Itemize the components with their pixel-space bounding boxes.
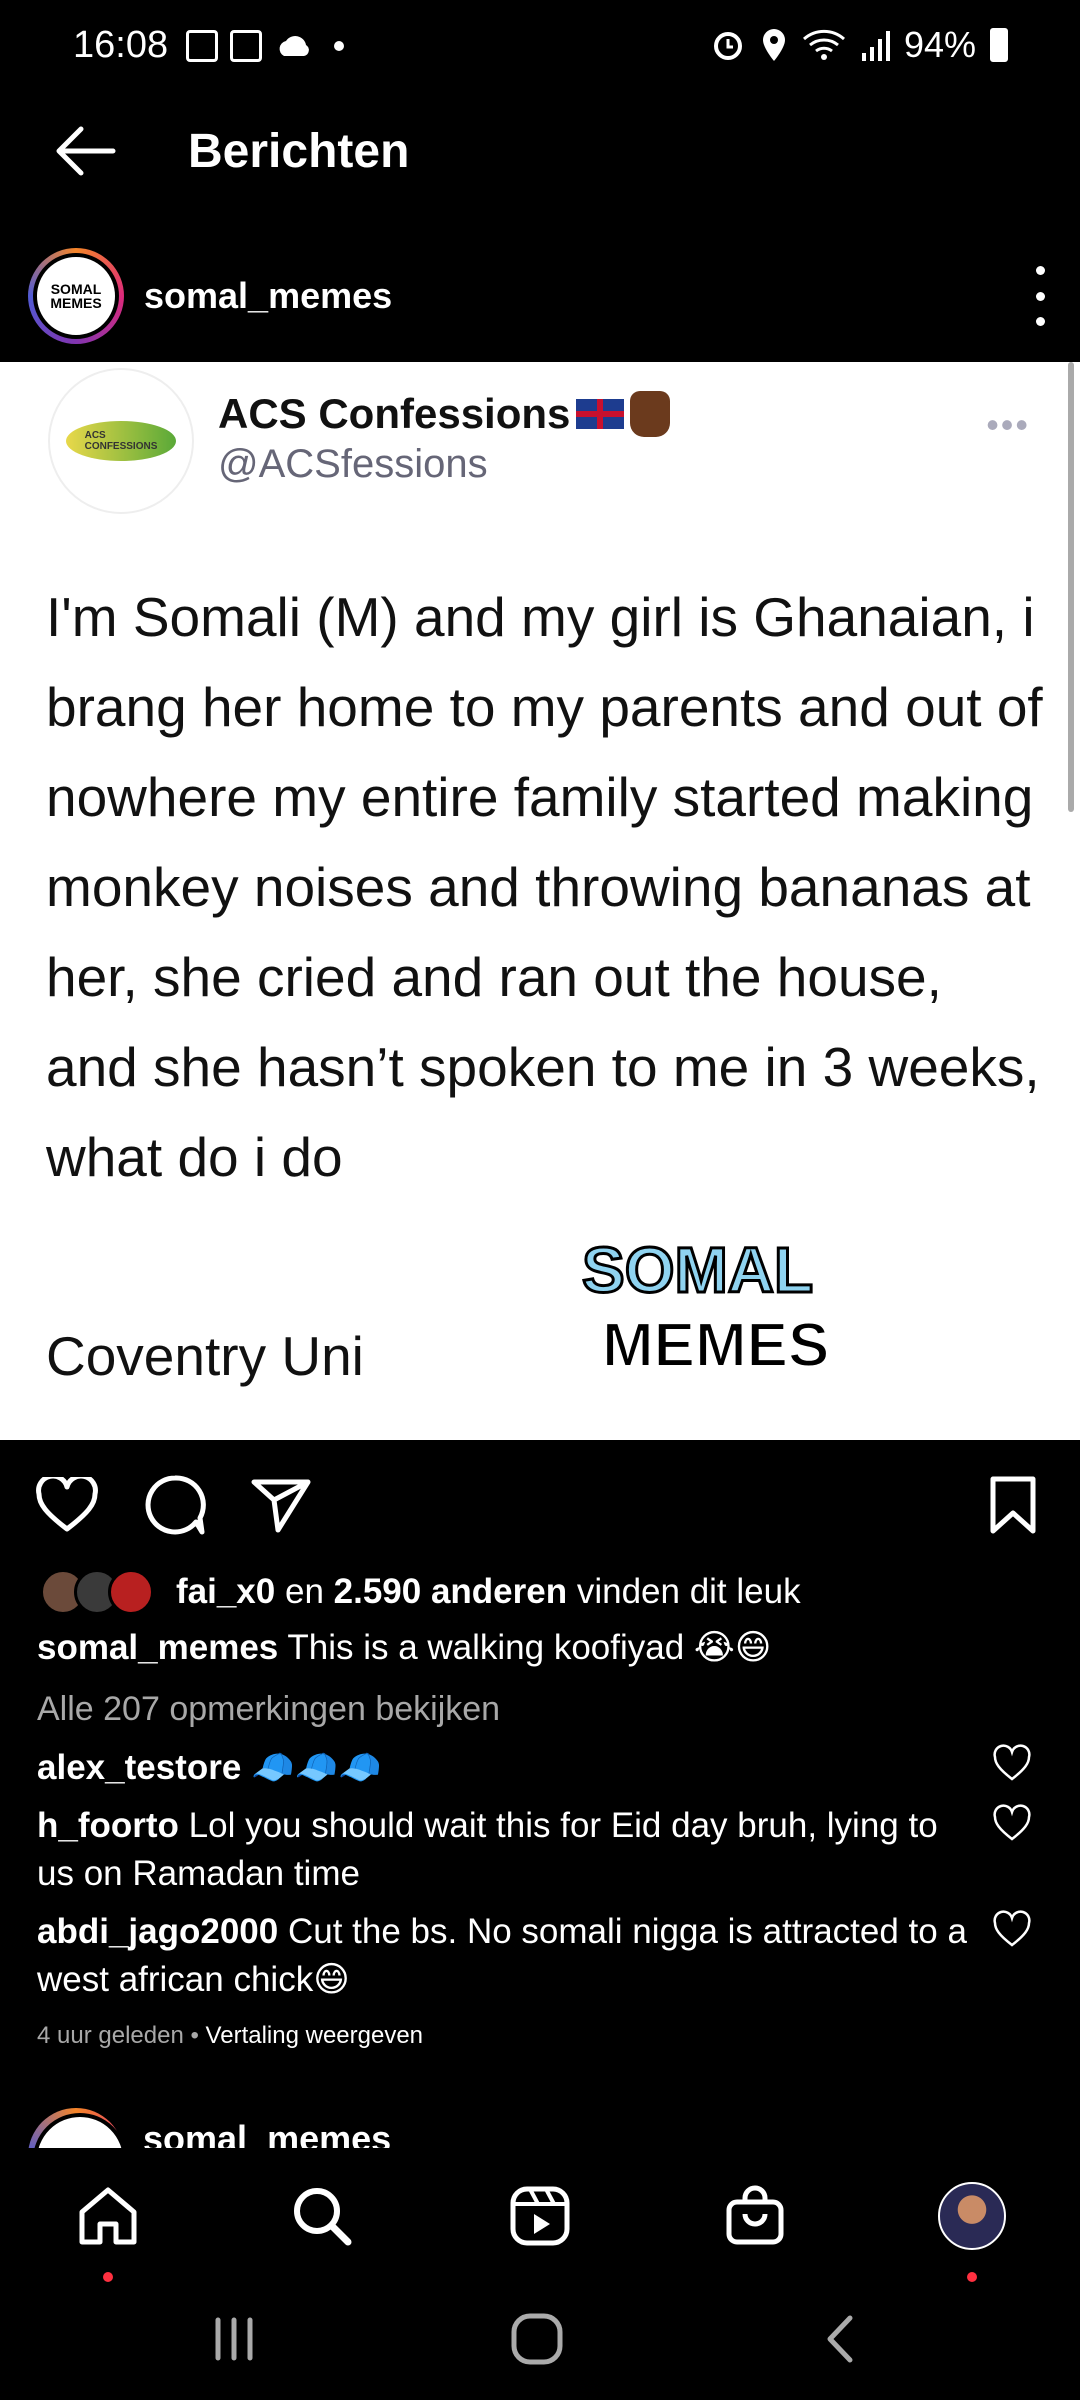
show-translation-link[interactable]: Vertaling weergeven	[206, 2022, 423, 2049]
meta-separator: •	[183, 2022, 206, 2049]
tweet-footer: Coventry Uni	[46, 1325, 364, 1387]
tweet-text: I'm Somali (M) and my girl is Ghanaian, …	[46, 586, 1043, 1188]
comment: h_foorto Lol you should wait this for Ei…	[37, 1802, 977, 1898]
shop-bag-icon	[726, 2185, 784, 2245]
tweet-name-text: ACS Confessions	[218, 390, 571, 437]
view-all-comments-link[interactable]: Alle 207 opmerkingen bekijken	[37, 1690, 500, 1729]
tweet-handle: @ACSfessions	[218, 442, 488, 486]
post-username[interactable]: somal_memes	[144, 275, 392, 317]
app-header: Berichten	[0, 96, 1080, 206]
nav-profile[interactable]	[932, 2176, 1012, 2282]
bottom-nav	[0, 2148, 1080, 2282]
liker-avatar	[108, 1569, 154, 1615]
uk-flag-icon	[576, 399, 625, 429]
home-icon	[79, 2187, 137, 2245]
back-button[interactable]	[30, 96, 140, 206]
acs-logo: ACS CONFESSIONS	[66, 421, 176, 461]
nav-reels[interactable]	[500, 2176, 580, 2256]
comment-like-icon[interactable]	[992, 1804, 1032, 1844]
next-post-avatar[interactable]	[28, 2108, 127, 2148]
somal-memes-watermark: SOMAL MEMES	[581, 1233, 831, 1381]
status-time: 16:08	[73, 24, 169, 66]
likes-suffix: vinden dit leuk	[567, 1572, 801, 1611]
page-title: Berichten	[188, 124, 410, 178]
post-image[interactable]: ACS CONFESSIONS ACS Confessions @ACSfessi…	[0, 362, 1080, 1440]
comment: abdi_jago2000 Cut the bs. No somali nigg…	[37, 1908, 977, 2004]
svg-text:SOMAL: SOMAL	[582, 1234, 813, 1306]
battery-percentage: 94%	[903, 24, 976, 65]
status-bar: 16:08 94%	[0, 0, 1080, 96]
back-system-button[interactable]	[800, 2304, 880, 2374]
alarm-icon	[713, 32, 742, 60]
bookmark-icon	[990, 1476, 1036, 1534]
system-nav-bar	[0, 2278, 1080, 2400]
more-options-icon[interactable]	[1030, 266, 1050, 326]
home-system-button[interactable]	[497, 2304, 577, 2374]
more-notifications-dot	[334, 41, 344, 51]
likes-connector: en	[275, 1572, 334, 1611]
like-button[interactable]	[32, 1470, 102, 1540]
home-system-icon	[511, 2313, 563, 2365]
recent-apps-button[interactable]	[194, 2304, 274, 2374]
next-post-header: somal_memes	[0, 2108, 1080, 2148]
wifi-icon	[802, 29, 845, 60]
comment-username[interactable]: h_foorto	[37, 1806, 179, 1845]
share-button[interactable]	[246, 1470, 316, 1540]
likes-summary[interactable]: fai_x0 en 2.590 anderen vinden dit leuk	[40, 1562, 801, 1622]
notification-icons	[186, 30, 344, 62]
caption-text: This is a walking koofiyad 😭😄	[278, 1628, 772, 1667]
profile-avatar	[938, 2182, 1006, 2250]
tweet-avatar: ACS CONFESSIONS	[48, 368, 194, 514]
app-notification-icon	[230, 30, 262, 62]
tweet-author-name: ACS Confessions	[218, 390, 671, 438]
comment-like-icon[interactable]	[992, 1910, 1032, 1950]
nav-home[interactable]	[68, 2176, 148, 2282]
location-icon	[762, 29, 785, 61]
svg-text:MEMES: MEMES	[602, 1311, 829, 1380]
back-chevron-icon	[827, 2315, 853, 2363]
next-post-username[interactable]: somal_memes	[143, 2118, 391, 2148]
post-timestamp: 4 uur geleden	[37, 2022, 184, 2049]
comment-username[interactable]: abdi_jago2000	[37, 1912, 278, 1951]
system-status: 94%	[710, 24, 1008, 66]
post-header: SOMAL MEMES somal_memes	[0, 236, 1080, 356]
comment-text: 🧢🧢🧢	[241, 1748, 382, 1787]
back-arrow-icon	[56, 126, 116, 176]
liker-username[interactable]: fai_x0	[176, 1572, 275, 1612]
avatar-logo: SOMAL MEMES	[33, 253, 119, 339]
liker-avatars	[40, 1569, 154, 1615]
caption-username[interactable]: somal_memes	[37, 1628, 278, 1667]
post-meta: 4 uur geleden • Vertaling weergeven	[37, 2022, 423, 2050]
send-icon	[251, 1479, 311, 1533]
comment-like-icon[interactable]	[992, 1744, 1032, 1784]
post-caption: somal_memes This is a walking koofiyad 😭…	[37, 1628, 1037, 1668]
cloud-icon	[279, 36, 309, 56]
comment-username[interactable]: alex_testore	[37, 1748, 241, 1787]
scrollbar	[1068, 362, 1074, 812]
recent-apps-icon	[215, 2317, 253, 2361]
nav-shop[interactable]	[715, 2176, 795, 2256]
tweet-more-icon: •••	[986, 404, 1030, 445]
reels-icon	[510, 2186, 570, 2246]
raised-fist-icon	[630, 391, 671, 437]
likes-count[interactable]: 2.590 anderen	[334, 1572, 567, 1612]
post-author-avatar[interactable]: SOMAL MEMES	[28, 248, 124, 344]
comment-icon	[145, 1475, 206, 1535]
battery-icon	[990, 28, 1008, 62]
search-icon	[294, 2188, 352, 2246]
nav-search[interactable]	[282, 2176, 362, 2256]
post-actions	[0, 1450, 1080, 1550]
comment-button[interactable]	[140, 1470, 210, 1540]
heart-icon	[36, 1477, 98, 1532]
signal-icon	[861, 31, 890, 61]
comment: alex_testore 🧢🧢🧢	[37, 1744, 977, 1792]
calendar-notification-icon	[186, 30, 218, 62]
save-button[interactable]	[978, 1470, 1048, 1540]
